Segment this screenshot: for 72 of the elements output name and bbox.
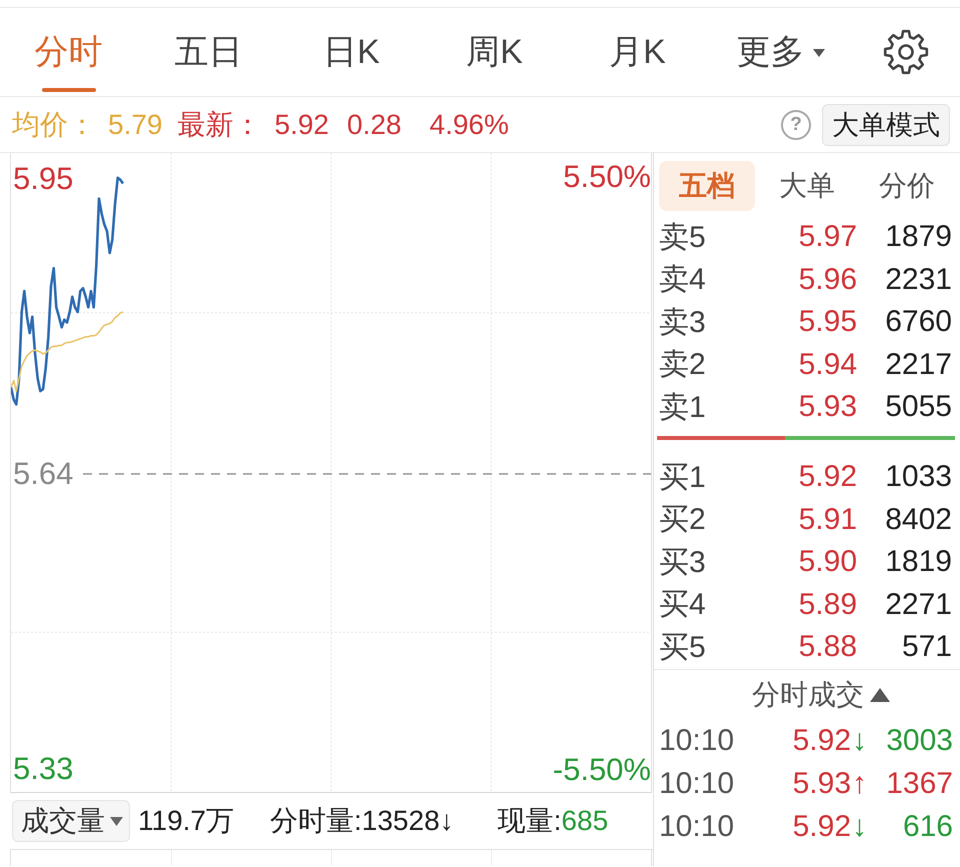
trade-direction-arrow: ↓ bbox=[851, 724, 868, 758]
order-level-label: 卖3 bbox=[659, 304, 707, 341]
trade-volume: 616 bbox=[902, 810, 953, 844]
trade-price: 5.92 bbox=[792, 724, 851, 758]
minute-volume-text: 分时量:13528↓ bbox=[270, 804, 454, 838]
y-axis-label: 5.33 bbox=[13, 753, 74, 786]
tab[interactable]: 五日 bbox=[172, 24, 244, 92]
order-book-tab[interactable]: 大单 bbox=[759, 161, 855, 211]
order-volume: 8402 bbox=[884, 502, 952, 537]
order-level-label: 买1 bbox=[659, 460, 707, 496]
trade-direction-arrow: ↑ bbox=[851, 767, 868, 801]
total-volume-text: 119.7万 bbox=[138, 804, 234, 838]
order-volume: 1819 bbox=[884, 545, 952, 580]
order-price: 5.93 bbox=[798, 390, 857, 424]
order-volume: 571 bbox=[900, 630, 952, 664]
tab[interactable]: 日K bbox=[321, 24, 382, 92]
order-volume: 1033 bbox=[884, 460, 952, 494]
trade-volume: 3003 bbox=[885, 724, 953, 758]
order-price: 5.89 bbox=[798, 588, 857, 622]
trade-time: 10:10 bbox=[659, 767, 736, 801]
order-price: 5.96 bbox=[798, 262, 857, 297]
order-level-label: 卖4 bbox=[659, 262, 707, 298]
order-level-label: 买3 bbox=[659, 544, 707, 581]
average-price-value: 5.79 bbox=[108, 108, 162, 140]
caret-icon bbox=[812, 48, 824, 56]
latest-price-label: 最新： bbox=[178, 108, 262, 142]
change-percent-value: 4.96% bbox=[430, 108, 509, 140]
order-volume: 5055 bbox=[884, 390, 952, 424]
order-volume: 2217 bbox=[884, 348, 952, 382]
percent-axis-label: -5.50% bbox=[552, 754, 651, 786]
large-order-mode-button[interactable]: 大单模式 bbox=[822, 104, 950, 146]
order-price: 5.94 bbox=[798, 348, 857, 382]
caret-icon bbox=[110, 816, 123, 826]
tab[interactable]: 月K bbox=[607, 24, 668, 92]
trade-time: 10:10 bbox=[659, 810, 736, 844]
order-level-label: 买2 bbox=[659, 502, 707, 538]
order-price: 5.90 bbox=[798, 545, 857, 580]
order-price: 5.92 bbox=[798, 460, 857, 494]
trade-volume: 1367 bbox=[885, 767, 953, 801]
order-level-label: 卖1 bbox=[659, 390, 707, 426]
current-volume-label: 现量: bbox=[498, 804, 562, 838]
y-axis-label: 5.95 bbox=[13, 162, 74, 195]
tab[interactable]: 分时 bbox=[32, 24, 104, 92]
order-volume: 2231 bbox=[884, 262, 952, 297]
order-level-label: 卖5 bbox=[659, 220, 707, 256]
percent-axis-label: 5.50% bbox=[563, 161, 651, 193]
order-book-tab[interactable]: 分价 bbox=[859, 161, 955, 211]
order-volume: 1879 bbox=[884, 220, 952, 254]
y-axis-label: 5.64 bbox=[13, 458, 74, 490]
tab[interactable]: 周K bbox=[464, 24, 525, 92]
caret-icon[interactable] bbox=[870, 688, 890, 702]
average-price-label: 均价： bbox=[12, 108, 96, 142]
price-change-value: 0.28 bbox=[347, 108, 402, 140]
order-level-label: 卖2 bbox=[659, 347, 707, 384]
order-price: 5.97 bbox=[798, 220, 857, 254]
trade-price: 5.93 bbox=[792, 767, 851, 801]
order-level-label: 买5 bbox=[659, 630, 707, 666]
trade-direction-arrow: ↓ bbox=[851, 810, 868, 844]
order-price: 5.95 bbox=[798, 305, 857, 340]
latest-price-value: 5.92 bbox=[274, 108, 329, 140]
order-price: 5.88 bbox=[798, 630, 857, 664]
trade-time: 10:10 bbox=[659, 724, 736, 758]
order-price: 5.91 bbox=[798, 502, 857, 537]
order-level-label: 买4 bbox=[659, 587, 707, 624]
trade-price: 5.92 bbox=[792, 810, 851, 844]
volume-dropdown[interactable]: 成交量 bbox=[12, 800, 130, 842]
order-volume: 6760 bbox=[884, 305, 952, 340]
more-menu-tab[interactable]: 更多 bbox=[734, 24, 826, 92]
order-volume: 2271 bbox=[884, 588, 952, 622]
current-volume-value: 685 bbox=[561, 805, 608, 837]
settings-icon[interactable] bbox=[883, 29, 929, 75]
section-title: 分时成交 bbox=[752, 678, 864, 712]
